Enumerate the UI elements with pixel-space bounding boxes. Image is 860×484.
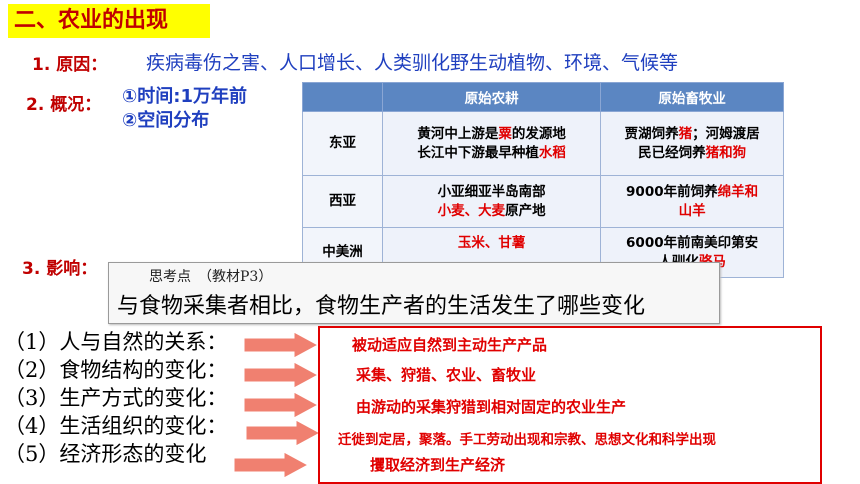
cause-label: 1. 原因： — [32, 55, 108, 75]
herding-cell: 贾湖饲养猪；河姆渡居 民已经饲养猪和狗 — [600, 111, 784, 176]
table-header-farming: 原始农耕 — [382, 82, 602, 112]
arrow-icon — [245, 419, 322, 447]
question-1: （1）人与自然的关系： — [4, 330, 228, 354]
overview-label: 2. 概况： — [26, 95, 102, 115]
think-question: 与食物采集者相比，食物生产者的生活发生了哪些变化 — [117, 294, 646, 319]
farming-cell: 小亚细亚半岛南部 小麦、大麦原产地 — [382, 175, 602, 228]
overview-time: ①时间:1万年前 — [122, 86, 247, 107]
think-callout: 思考点 （教材P3） 与食物采集者相比，食物生产者的生活发生了哪些变化 — [108, 262, 720, 324]
table-row: 东亚 黄河中上游是粟的发源地 长江中下游最早种植水稻 贾湖饲养猪；河姆渡居 民已… — [301, 111, 784, 176]
table-header-herding: 原始畜牧业 — [600, 82, 784, 112]
section-title: 二、农业的出现 — [8, 4, 210, 38]
arrow-icon — [243, 391, 320, 419]
answer-4: 迁徙到定居，聚落。手工劳动出现和宗教、思想文化和科学出现 — [338, 432, 716, 448]
region-cell: 东亚 — [301, 111, 384, 176]
question-5: （5）经济形态的变化 — [4, 442, 207, 466]
answer-2: 采集、狩猎、农业、畜牧业 — [356, 366, 537, 384]
answer-3: 由游动的采集狩猎到相对固定的农业生产 — [356, 398, 627, 416]
overview-space: ②空间分布 — [122, 110, 210, 131]
answer-1: 被动适应自然到主动生产产品 — [352, 336, 548, 354]
arrow-icon — [233, 451, 310, 479]
impact-label: 3. 影响： — [22, 259, 98, 279]
distribution-table: 原始农耕 原始畜牧业 东亚 黄河中上游是粟的发源地 长江中下游最早种植水稻 贾湖… — [301, 82, 784, 278]
cause-text: 疾病毒伤之害、人口增长、人类驯化野生动植物、环境、气候等 — [146, 52, 679, 74]
question-2: （2）食物结构的变化： — [4, 358, 228, 382]
table-row: 西亚 小亚细亚半岛南部 小麦、大麦原产地 9000年前饲养绵羊和 山羊 — [301, 175, 784, 228]
question-3: （3）生产方式的变化： — [4, 386, 228, 410]
think-source: 思考点 （教材P3） — [149, 269, 273, 285]
arrow-icon — [243, 331, 320, 359]
answer-5: 攫取经济到生产经济 — [370, 456, 506, 474]
table-header-row: 原始农耕 原始畜牧业 — [301, 82, 784, 112]
farming-cell: 黄河中上游是粟的发源地 长江中下游最早种植水稻 — [382, 111, 602, 176]
region-cell: 西亚 — [301, 175, 384, 228]
herding-cell: 9000年前饲养绵羊和 山羊 — [600, 175, 784, 228]
arrow-icon — [243, 361, 320, 389]
table-header-corner — [301, 82, 384, 112]
question-4: （4）生活组织的变化： — [4, 414, 228, 438]
